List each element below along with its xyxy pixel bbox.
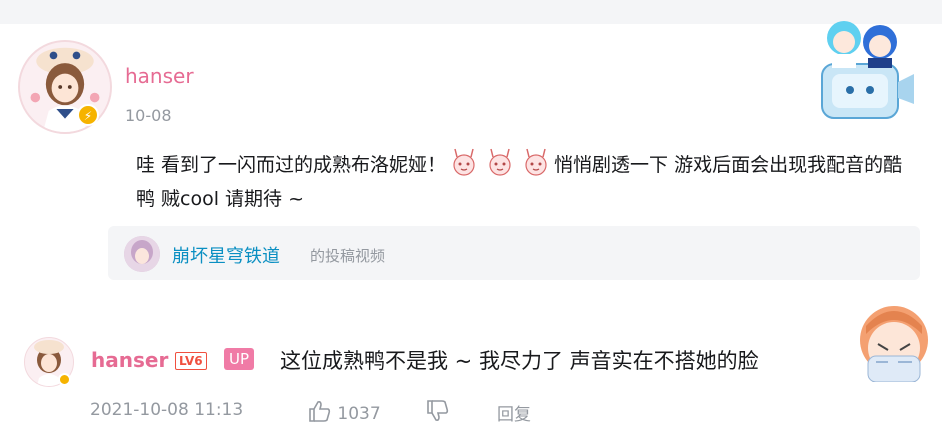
rabbit-face-emoji-icon [453, 148, 475, 176]
reply-username[interactable]: hanser [91, 348, 168, 372]
source-tag-label: 的投稿视频 [310, 247, 386, 265]
thumbs-up-icon [309, 401, 331, 422]
up-badge: UP [224, 348, 255, 370]
reply-button[interactable]: 回复 [497, 400, 531, 425]
rabbit-face-emoji-icon [489, 148, 511, 176]
thumbs-down-icon [427, 400, 449, 421]
comment-username[interactable]: hanser [125, 64, 194, 88]
dislike-button[interactable] [426, 400, 450, 424]
comment-text-part1: 哇 看到了一闪而过的成熟布洛妮娅！ [136, 154, 447, 176]
verified-mini-icon [58, 373, 71, 386]
like-button[interactable]: 1037 [308, 400, 381, 424]
comment-content: 哇 看到了一闪而过的成熟布洛妮娅！ 悄悄剧透一下 游戏后面会出现我配音的酷鸭 贼… [136, 148, 906, 216]
comment-date: 10-08 [125, 106, 172, 125]
like-count: 1037 [337, 404, 381, 424]
source-title-link[interactable]: 崩坏星穹铁道 [172, 242, 280, 268]
reply-timestamp: 2021-10-08 11:13 [90, 400, 244, 420]
top-divider-bar [0, 0, 942, 24]
rabbit-face-emoji-icon [525, 148, 547, 176]
reply-text: 这位成熟鸭不是我 ~ 我尽力了 声音实在不搭她的脸 [280, 349, 759, 373]
bilibili-mascot-icon [821, 21, 914, 119]
verified-lightning-icon: ⚡ [77, 104, 99, 126]
level-badge: LV6 [175, 352, 207, 370]
covering-face-sticker-icon [860, 306, 928, 382]
source-avatar [124, 236, 160, 272]
source-video-card[interactable]: 崩坏星穹铁道 的投稿视频 [108, 226, 920, 280]
user-avatar[interactable] [18, 40, 112, 134]
reply-comment: hanser LV6 UP 这位成熟鸭不是我 ~ 我尽力了 声音实在不搭她的脸 … [0, 300, 942, 440]
